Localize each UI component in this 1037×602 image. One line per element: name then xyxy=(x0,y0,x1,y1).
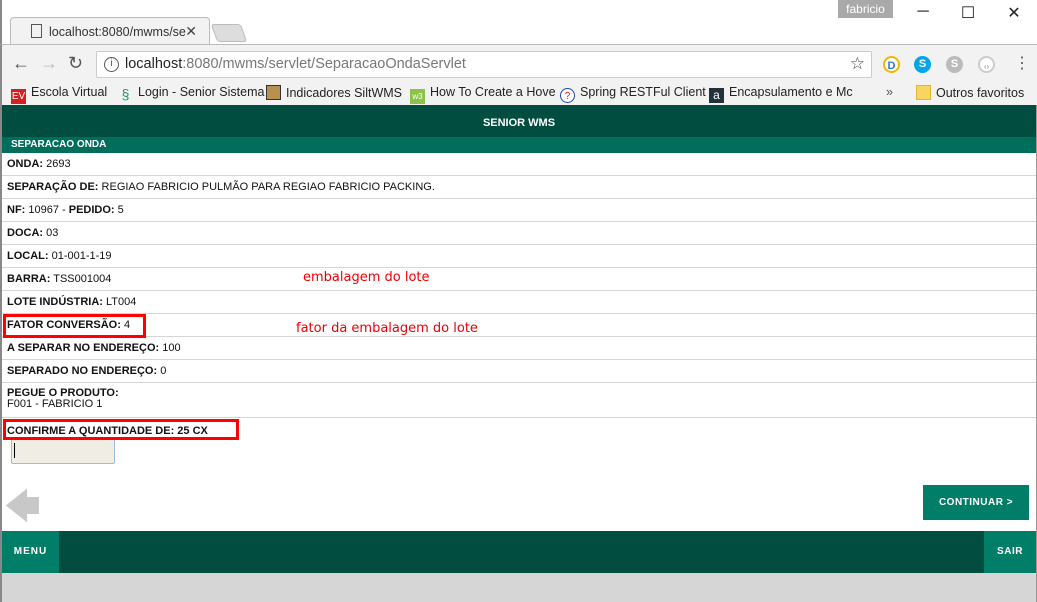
page-bottom-area xyxy=(2,573,1036,602)
bookmarks-bar: EV Escola Virtual § Login - Senior Sistema… xyxy=(0,82,1037,105)
tab-title: localhost:8080/mwms/se xyxy=(49,25,186,39)
browser-toolbar: ← → ↻ i localhost:8080/mwms/servlet/Separ… xyxy=(0,44,1037,82)
close-window-icon[interactable]: ✕ xyxy=(999,3,1029,23)
bookmark-item[interactable]: Indicadores SiltWMS xyxy=(266,85,402,100)
address-bar[interactable]: i localhost:8080/mwms/servlet/SeparacaoOn… xyxy=(96,51,872,78)
menu-dots-icon[interactable]: ⋮ xyxy=(1014,53,1030,73)
browser-titlebar: localhost:8080/mwms/se ✕ fabricio ─ ☐ ✕ xyxy=(0,0,1037,45)
info-row-produto: PEGUE O PRODUTO: F001 - FABRICIO 1 xyxy=(2,383,1036,418)
bookmark-item[interactable]: w3 How To Create a Hove xyxy=(410,85,556,104)
skype-icon[interactable]: S xyxy=(914,56,931,73)
info-row-nf-pedido: NF: 10967 - PEDIDO: 5 xyxy=(2,199,1036,222)
info-row-separacao: SEPARAÇÃO DE: REGIAO FABRICIO PULMÃO PAR… xyxy=(2,176,1036,199)
extension-d-icon[interactable]: D xyxy=(883,56,900,73)
senior-icon: § xyxy=(121,86,130,102)
profile-badge[interactable]: fabricio xyxy=(838,0,893,18)
url-path: :8080/mwms/servlet/SeparacaoOndaServlet xyxy=(182,56,466,72)
info-row-a-separar: A SEPARAR NO ENDEREÇO: 100 xyxy=(2,337,1036,360)
close-tab-icon[interactable]: ✕ xyxy=(185,23,197,40)
alura-icon: a xyxy=(709,88,724,103)
info-icon[interactable]: i xyxy=(104,57,119,72)
bookmark-star-icon[interactable]: ☆ xyxy=(850,54,865,74)
forward-icon[interactable]: → xyxy=(40,53,58,74)
minimize-icon[interactable]: ─ xyxy=(908,3,938,21)
info-row-doca: DOCA: 03 xyxy=(2,222,1036,245)
folder-icon xyxy=(916,85,931,100)
annotation-note-embalagem: embalagem do lote xyxy=(303,270,430,285)
ev-icon: EV xyxy=(11,89,26,104)
extension-code-icon[interactable]: ‹› xyxy=(978,56,995,73)
footer-bar: MENU SAIR xyxy=(2,531,1036,573)
bookmark-item[interactable]: § Login - Senior Sistema xyxy=(118,85,265,102)
skype-gray-icon[interactable]: S xyxy=(946,56,963,73)
wms-page: SENIOR WMS SEPARACAO ONDA ONDA: 2693 SEP… xyxy=(0,105,1037,602)
other-bookmarks[interactable]: Outros favoritos xyxy=(916,85,1024,100)
annotation-box-confirm xyxy=(3,419,239,440)
maximize-icon[interactable]: ☐ xyxy=(953,3,983,23)
new-tab-button[interactable] xyxy=(210,24,248,42)
exit-button[interactable]: SAIR xyxy=(984,531,1036,573)
tomcat-icon xyxy=(266,85,281,100)
info-row-lote: LOTE INDÚSTRIA: LT004 xyxy=(2,291,1036,314)
annotation-note-fator: fator da embalagem do lote xyxy=(296,321,478,336)
info-row-local: LOCAL: 01-001-1-19 xyxy=(2,245,1036,268)
more-bookmarks-icon[interactable]: » xyxy=(886,85,893,99)
bookmark-item[interactable]: a Encapsulamento e Mc xyxy=(709,85,853,103)
browser-tab[interactable]: localhost:8080/mwms/se ✕ xyxy=(10,17,210,45)
bookmark-item[interactable]: EV Escola Virtual xyxy=(11,85,107,104)
w3-icon: w3 xyxy=(410,89,425,104)
section-header: SEPARACAO ONDA xyxy=(2,137,1036,153)
annotation-box-fator xyxy=(3,314,146,338)
reload-icon[interactable]: ↻ xyxy=(68,53,83,74)
info-row-onda: ONDA: 2693 xyxy=(2,153,1036,176)
back-icon[interactable]: ← xyxy=(12,53,30,74)
menu-button[interactable]: MENU xyxy=(2,531,59,573)
app-header: SENIOR WMS xyxy=(2,105,1036,137)
spring-client-icon: ? xyxy=(560,88,575,103)
info-row-separado: SEPARADO NO ENDEREÇO: 0 xyxy=(2,360,1036,383)
page-icon xyxy=(31,24,42,38)
bookmark-item[interactable]: ? Spring RESTFul Client xyxy=(560,85,706,103)
continue-button[interactable]: CONTINUAR > xyxy=(923,485,1029,520)
url-host: localhost xyxy=(125,56,183,72)
info-row-fator: FATOR CONVERSÃO: 4 xyxy=(2,314,1036,337)
quantity-input[interactable] xyxy=(11,437,115,464)
info-row-barra: BARRA: TSS001004 xyxy=(2,268,1036,291)
